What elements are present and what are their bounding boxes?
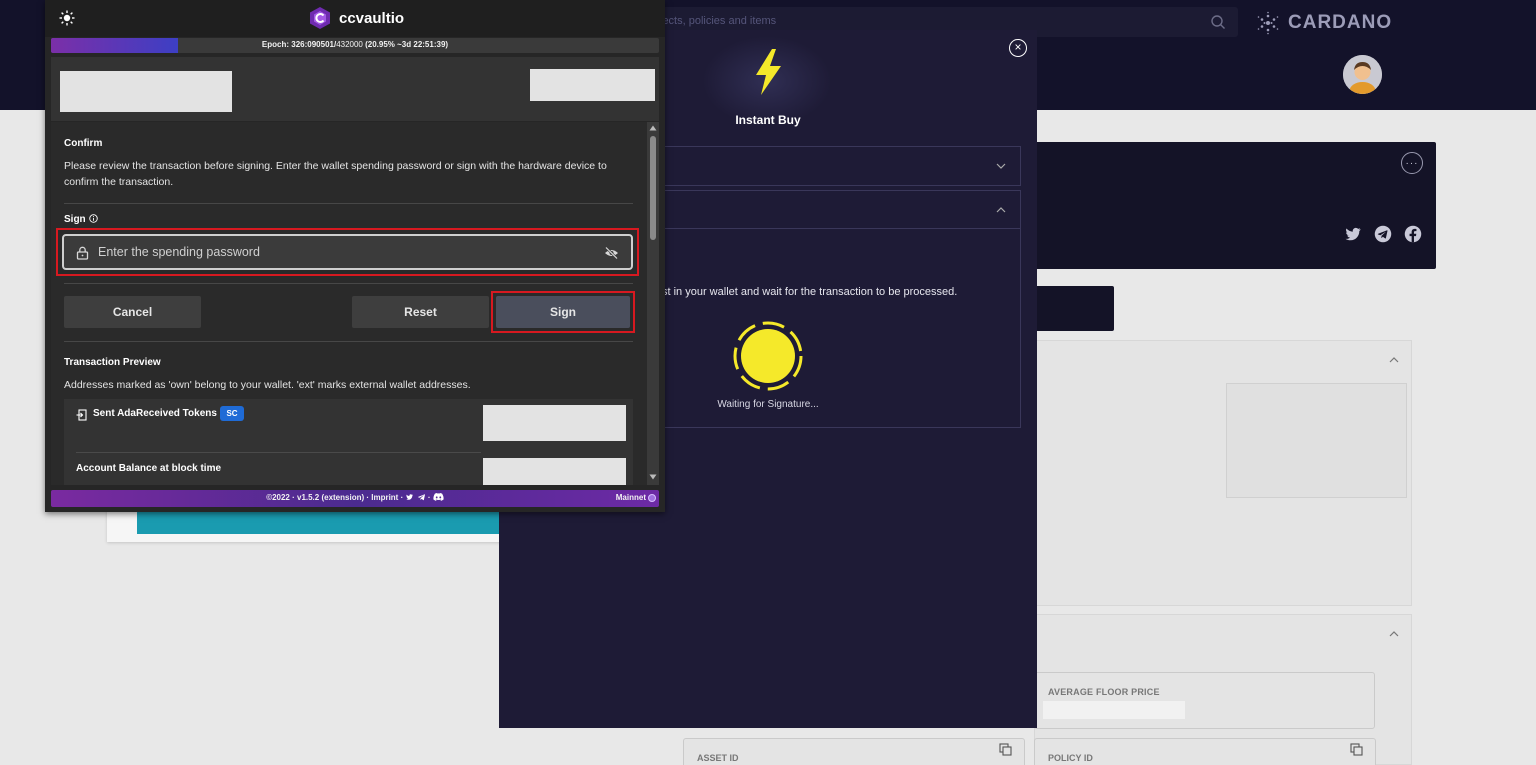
- floor-price-card: AVERAGE FLOOR PRICE: [1034, 672, 1375, 729]
- loading-spinner-icon: [733, 321, 803, 391]
- twitter-icon[interactable]: [405, 493, 414, 501]
- eye-off-icon[interactable]: [604, 246, 619, 260]
- redacted-box: [1226, 383, 1407, 498]
- sign-label: Sign: [64, 214, 86, 225]
- epoch-total: 432000: [336, 40, 363, 49]
- divider: [64, 341, 633, 342]
- password-highlight: Enter the spending password: [56, 228, 639, 276]
- confirm-description: Please review the transaction before sig…: [64, 160, 607, 188]
- footer-text: ©2022 · v1.5.2 (extension) · Imprint ·: [266, 493, 406, 502]
- chevron-up-icon[interactable]: [996, 206, 1006, 214]
- search-icon[interactable]: [1210, 14, 1226, 30]
- lightning-bolt-icon: [756, 49, 781, 95]
- smart-contract-badge: SC: [220, 406, 244, 421]
- sun-icon[interactable]: [59, 10, 75, 26]
- network-status-icon: [648, 494, 656, 502]
- social-links: [1344, 225, 1422, 243]
- cardano-logo-icon: [1257, 11, 1279, 35]
- divider: [76, 452, 481, 453]
- scroll-down-arrow-icon[interactable]: [649, 474, 657, 480]
- search-placeholder: jects, policies and items: [660, 15, 777, 27]
- twitter-icon[interactable]: [1344, 225, 1362, 243]
- extension-app-name: ccvaultio: [339, 10, 405, 27]
- ccvaultio-logo-icon: [310, 7, 330, 29]
- chevron-up-icon[interactable]: [1389, 355, 1399, 365]
- cardano-brand-text: CARDANO: [1288, 12, 1393, 33]
- extension-topbar: ccvaultio: [45, 0, 665, 37]
- footer-text-row: ©2022 · v1.5.2 (extension) · Imprint · ·: [51, 493, 659, 502]
- telegram-icon[interactable]: [417, 493, 426, 501]
- close-icon[interactable]: ×: [1009, 39, 1027, 57]
- wallet-extension-popup: ccvaultio Epoch: 326:090501/432000 (20.9…: [45, 0, 665, 512]
- lock-icon: [76, 246, 89, 260]
- password-placeholder: Enter the spending password: [98, 245, 260, 259]
- avatar[interactable]: [1343, 55, 1382, 94]
- extension-footer: ©2022 · v1.5.2 (extension) · Imprint · ·…: [51, 490, 659, 507]
- accordion-expanded: [661, 190, 1021, 428]
- wallet-balance-redacted: [530, 69, 655, 101]
- wallet-header: [51, 57, 659, 121]
- transfer-icon: [76, 409, 87, 421]
- more-options-icon[interactable]: ···: [1401, 152, 1423, 174]
- policy-id-card: POLICY ID: [1034, 738, 1376, 765]
- asset-id-label: ASSET ID: [697, 753, 739, 763]
- telegram-icon[interactable]: [1374, 225, 1392, 243]
- info-icon[interactable]: [88, 214, 98, 223]
- chevron-down-icon[interactable]: [996, 162, 1006, 170]
- sign-label-row: Sign: [64, 214, 98, 225]
- floor-price-label: AVERAGE FLOOR PRICE: [1048, 687, 1160, 697]
- epoch-progress-bar: Epoch: 326:090501/432000 (20.95% ~3d 22:…: [51, 38, 659, 53]
- chevron-up-icon[interactable]: [1389, 629, 1399, 639]
- discord-icon[interactable]: [433, 493, 444, 501]
- transaction-preview-panel: Sent AdaReceived Tokens SC Account Balan…: [64, 399, 633, 485]
- epoch-label: Epoch: 326:090501/: [261, 40, 337, 49]
- scrollbar-thumb[interactable]: [650, 136, 656, 240]
- user-avatar-icon: [1343, 55, 1382, 94]
- balance-redacted: [483, 458, 626, 485]
- network-label[interactable]: Mainnet: [616, 493, 646, 502]
- copy-icon[interactable]: [1350, 743, 1363, 756]
- epoch-detail: (20.95% ~3d 22:51:39): [362, 40, 449, 49]
- scrollbar[interactable]: [647, 122, 659, 485]
- spending-password-input[interactable]: Enter the spending password: [62, 234, 633, 270]
- scroll-up-arrow-icon[interactable]: [649, 125, 657, 131]
- floor-price-value-redacted: [1043, 701, 1185, 719]
- account-balance-label: Account Balance at block time: [76, 463, 222, 474]
- cardano-logo[interactable]: CARDANO: [1256, 10, 1392, 36]
- transaction-type: Sent AdaReceived Tokens: [93, 408, 217, 419]
- reset-button[interactable]: Reset: [352, 296, 489, 328]
- collection-banner: ···: [1034, 142, 1436, 269]
- background-action-button[interactable]: [1034, 286, 1114, 331]
- copy-icon[interactable]: [999, 743, 1012, 756]
- accordion-expanded-header[interactable]: [662, 191, 1020, 229]
- wallet-name-redacted: [60, 71, 232, 112]
- preview-title: Transaction Preview: [64, 357, 161, 368]
- cancel-button[interactable]: Cancel: [64, 296, 201, 328]
- sign-button[interactable]: Sign: [496, 296, 630, 328]
- amount-redacted: [483, 405, 626, 441]
- sign-button-highlight: Sign: [491, 291, 635, 333]
- accordion-collapsed[interactable]: [661, 146, 1021, 186]
- facebook-icon[interactable]: [1404, 225, 1422, 243]
- divider: [64, 283, 633, 284]
- divider: [64, 203, 633, 204]
- epoch-progress-text: Epoch: 326:090501/432000 (20.95% ~3d 22:…: [51, 40, 659, 49]
- asset-id-card: ASSET ID: [683, 738, 1025, 765]
- modal-instruction: st in your wallet and wait for the trans…: [662, 286, 958, 298]
- confirm-title: Confirm: [64, 138, 103, 149]
- policy-id-label: POLICY ID: [1048, 753, 1093, 763]
- preview-description: Addresses marked as 'own' belong to your…: [64, 379, 471, 391]
- confirm-panel: Confirm Please review the transaction be…: [51, 122, 659, 485]
